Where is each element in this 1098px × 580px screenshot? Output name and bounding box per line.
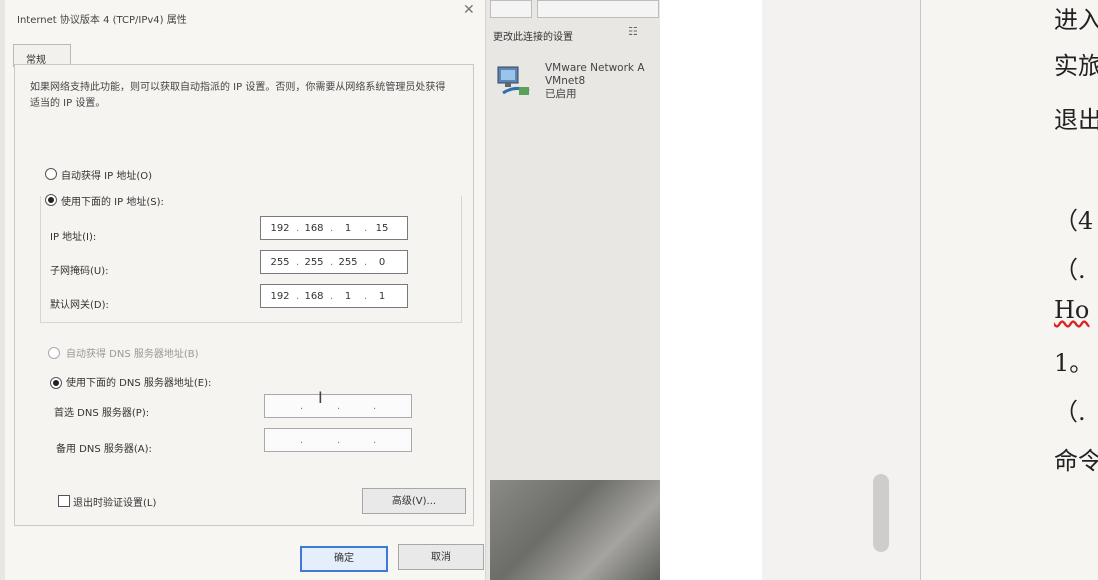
doc-line-misspelled: Ho <box>1054 296 1090 324</box>
octet-separator: . <box>337 401 341 412</box>
ok-button[interactable]: 确定 <box>300 546 388 572</box>
cancel-button[interactable]: 取消 <box>398 544 484 570</box>
octet-separator: . <box>296 223 300 234</box>
ip-octet-1: 192 <box>270 223 290 234</box>
octet-separator: . <box>300 401 304 412</box>
subnet-mask-label: 子网掩码(U): <box>50 266 109 277</box>
subnet-octet-1: 255 <box>270 257 290 268</box>
octet-separator: . <box>373 435 377 446</box>
alternate-dns-label: 备用 DNS 服务器(A): <box>56 444 152 455</box>
toolbar-button[interactable] <box>490 0 532 18</box>
ip-address-label: IP 地址(I): <box>50 232 97 243</box>
octet-separator: . <box>296 257 300 268</box>
validate-on-exit-label[interactable]: 退出时验证设置(L) <box>73 494 156 509</box>
auto-dns-label[interactable]: 自动获得 DNS 服务器地址(B) <box>66 345 199 360</box>
toolbar-button[interactable] <box>537 0 659 18</box>
dialog-title: Internet 协议版本 4 (TCP/IPv4) 属性 <box>17 15 187 26</box>
gateway-octet-2: 168 <box>304 291 324 302</box>
document-page <box>921 0 1098 580</box>
octet-separator: . <box>300 435 304 446</box>
subnet-octet-4: 0 <box>378 257 386 268</box>
doc-line: 退出 <box>1054 106 1098 134</box>
doc-line: 1。 <box>1054 349 1094 377</box>
photographed-screen: 更改此连接的设置 ☷ VMware Network A VMnet8 已启用 I… <box>0 0 660 580</box>
ip-octet-3: 1 <box>344 223 352 234</box>
adapter-label[interactable]: VMware Network A VMnet8 已启用 <box>545 62 645 101</box>
subnet-octet-2: 255 <box>304 257 324 268</box>
ip-octet-4: 15 <box>375 223 389 234</box>
gateway-octet-4: 1 <box>378 291 386 302</box>
description-text: 如果网络支持此功能，则可以获取自动指派的 IP 设置。否则，你需要从网络系统管理… <box>30 82 446 109</box>
manual-dns-radio[interactable] <box>50 377 62 389</box>
default-gateway-field[interactable]: 192 . 168 . 1 . 1 <box>260 284 408 308</box>
view-options-icon[interactable]: ☷ <box>628 25 638 38</box>
subnet-mask-field[interactable]: 255 . 255 . 255 . 0 <box>260 250 408 274</box>
octet-separator: . <box>364 291 368 302</box>
doc-line: 实旅 <box>1054 52 1098 80</box>
adapter-device: VMnet8 <box>545 75 586 87</box>
doc-line: （4 <box>1054 207 1094 235</box>
preferred-dns-label: 首选 DNS 服务器(P): <box>54 408 150 419</box>
octet-separator: . <box>364 223 368 234</box>
adapter-status: 已启用 <box>545 88 577 100</box>
octet-separator: . <box>364 257 368 268</box>
ip-octet-2: 168 <box>304 223 324 234</box>
octet-separator: . <box>337 435 341 446</box>
doc-line: 进入 <box>1054 6 1098 34</box>
adapter-name: VMware Network A <box>545 62 645 74</box>
background-surface <box>490 480 660 580</box>
octet-separator: . <box>296 291 300 302</box>
validate-on-exit-checkbox[interactable] <box>58 495 70 507</box>
advanced-button[interactable]: 高级(V)... <box>362 488 466 514</box>
default-gateway-label: 默认网关(D): <box>50 300 109 311</box>
gateway-octet-1: 192 <box>270 291 290 302</box>
subnet-octet-3: 255 <box>338 257 358 268</box>
doc-line: 命令 <box>1054 447 1098 475</box>
vertical-scrollbar-thumb[interactable] <box>873 474 889 552</box>
auto-dns-radio[interactable] <box>48 347 60 359</box>
gateway-octet-3: 1 <box>344 291 352 302</box>
octet-separator: . <box>373 401 377 412</box>
alternate-dns-field[interactable]: . . . <box>264 428 412 452</box>
preferred-dns-field[interactable]: . . . <box>264 394 412 418</box>
octet-separator: . <box>330 223 334 234</box>
doc-line: （. <box>1054 256 1086 284</box>
auto-ip-radio[interactable] <box>45 168 57 180</box>
network-adapter-icon[interactable] <box>495 63 535 103</box>
manual-dns-label[interactable]: 使用下面的 DNS 服务器地址(E): <box>66 374 211 389</box>
text-cursor-icon: I <box>318 388 323 407</box>
close-icon[interactable]: ✕ <box>463 2 475 18</box>
ip-address-field[interactable]: 192 . 168 . 1 . 15 <box>260 216 408 240</box>
octet-separator: . <box>330 257 334 268</box>
change-connection-settings-link[interactable]: 更改此连接的设置 <box>493 28 573 43</box>
auto-ip-label[interactable]: 自动获得 IP 地址(O) <box>61 167 152 182</box>
octet-separator: . <box>330 291 334 302</box>
page-edge <box>920 0 921 580</box>
doc-line: （. <box>1054 398 1086 426</box>
